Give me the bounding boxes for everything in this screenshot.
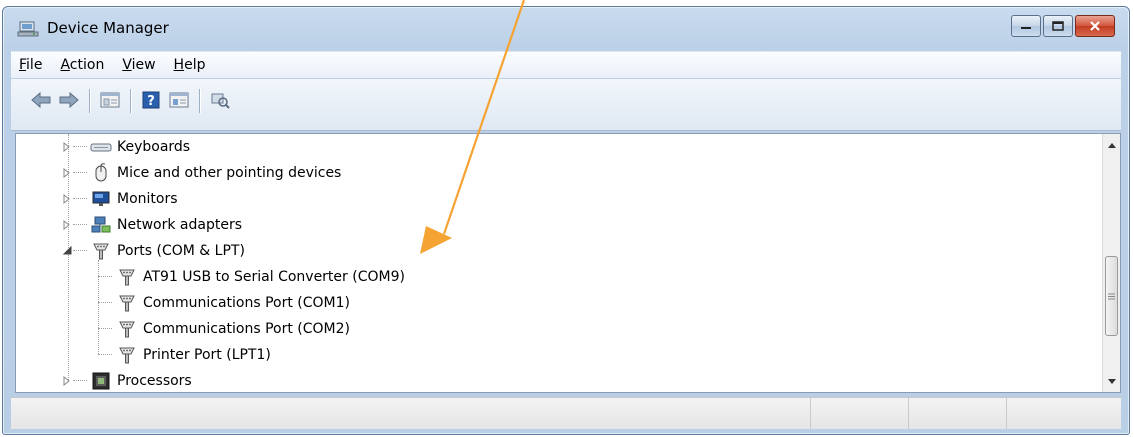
device-manager-window: Device Manager File Action View Help ? K…: [2, 6, 1130, 435]
network-adapter-icon: [90, 215, 112, 235]
processor-icon: [90, 371, 112, 391]
tree-item-processors[interactable]: Processors: [62, 368, 192, 392]
console-tree-button[interactable]: [167, 89, 191, 111]
toolbar-separator: [130, 89, 131, 113]
window-title: Device Manager: [47, 19, 169, 37]
keyboard-icon: [90, 137, 112, 157]
tree-item-label: Monitors: [117, 191, 178, 207]
tree-item-port-com1[interactable]: Communications Port (COM1): [116, 290, 350, 316]
toolbar: ?: [11, 79, 1121, 131]
port-icon: [116, 319, 138, 339]
maximize-icon: [1052, 21, 1064, 31]
close-button[interactable]: [1075, 15, 1115, 37]
toolbar-separator: [89, 89, 90, 113]
tree-item-label: AT91 USB to Serial Converter (COM9): [143, 269, 405, 285]
tree-item-label: Communications Port (COM1): [143, 295, 350, 311]
maximize-button[interactable]: [1043, 15, 1073, 37]
forward-arrow-icon: [59, 91, 79, 109]
tree-item-label: Keyboards: [117, 139, 191, 155]
menu-file[interactable]: File: [19, 57, 42, 73]
scroll-thumb[interactable]: [1105, 256, 1118, 336]
close-icon: [1090, 21, 1100, 31]
device-manager-icon: [17, 20, 39, 38]
device-tree[interactable]: Keyboards Mice and other pointing device…: [15, 133, 1121, 393]
status-pane-main: [11, 398, 811, 429]
tree-line: [98, 260, 99, 354]
menu-action[interactable]: Action: [60, 57, 104, 73]
expand-arrow-icon[interactable]: [62, 194, 72, 204]
back-button[interactable]: [29, 89, 53, 111]
vertical-scrollbar[interactable]: [1102, 134, 1120, 392]
expand-arrow-icon[interactable]: [62, 142, 72, 152]
tree-item-port-lpt1[interactable]: Printer Port (LPT1): [116, 342, 271, 368]
scan-hardware-icon: [211, 93, 230, 109]
back-arrow-icon: [31, 91, 51, 109]
mouse-icon: [90, 163, 112, 183]
tree-line: [98, 302, 112, 303]
forward-button[interactable]: [57, 89, 81, 111]
scroll-down-icon: [1107, 378, 1116, 384]
tree-item-mice[interactable]: Mice and other pointing devices: [62, 160, 341, 186]
tree-item-port-com2[interactable]: Communications Port (COM2): [116, 316, 350, 342]
tree-item-network-adapters[interactable]: Network adapters: [62, 212, 242, 238]
properties-button[interactable]: [98, 89, 122, 111]
menu-bar: File Action View Help: [11, 51, 1121, 78]
menu-help[interactable]: Help: [174, 57, 206, 73]
toolbar-separator: [199, 89, 200, 113]
tree-item-label: Mice and other pointing devices: [117, 165, 342, 181]
tree-item-label: Processors: [117, 373, 192, 389]
menu-view[interactable]: View: [122, 57, 155, 73]
scroll-up-button[interactable]: [1103, 136, 1120, 153]
port-icon: [116, 293, 138, 313]
help-icon: ?: [142, 91, 160, 109]
tree-line: [98, 276, 112, 277]
monitor-icon: [90, 189, 112, 209]
tree-item-monitors[interactable]: Monitors: [62, 186, 178, 212]
tree-item-label: Ports (COM & LPT): [117, 243, 245, 259]
expand-arrow-icon[interactable]: [62, 168, 72, 178]
minimize-button[interactable]: [1011, 15, 1041, 37]
minimize-icon: [1021, 27, 1031, 29]
tree-line: [98, 328, 112, 329]
tree-item-label: Network adapters: [117, 217, 242, 233]
help-button[interactable]: ?: [139, 89, 163, 111]
expand-arrow-icon[interactable]: [62, 220, 72, 230]
status-pane-tertiary: [909, 398, 1007, 429]
tree-item-port-com9[interactable]: AT91 USB to Serial Converter (COM9): [116, 264, 405, 290]
properties-icon: [100, 92, 120, 108]
port-icon: [116, 345, 138, 365]
port-icon: [116, 267, 138, 287]
scroll-up-icon: [1107, 142, 1116, 148]
scan-hardware-button[interactable]: [208, 89, 232, 111]
status-pane-secondary: [811, 398, 909, 429]
console-tree-icon: [169, 92, 189, 108]
tree-item-keyboards[interactable]: Keyboards: [62, 134, 190, 160]
tree-line: [98, 354, 112, 355]
port-icon: [90, 241, 112, 261]
status-bar: [11, 397, 1121, 429]
tree-item-ports[interactable]: Ports (COM & LPT): [62, 238, 245, 264]
collapse-arrow-icon[interactable]: [62, 246, 72, 256]
scroll-down-button[interactable]: [1103, 373, 1120, 390]
svg-text:?: ?: [147, 94, 155, 109]
title-bar[interactable]: Device Manager: [3, 7, 1129, 47]
tree-item-label: Printer Port (LPT1): [143, 347, 271, 363]
grip-icon: [1108, 293, 1115, 299]
window-controls: [1009, 15, 1115, 37]
tree-item-label: Communications Port (COM2): [143, 321, 350, 337]
expand-arrow-icon[interactable]: [62, 376, 72, 386]
